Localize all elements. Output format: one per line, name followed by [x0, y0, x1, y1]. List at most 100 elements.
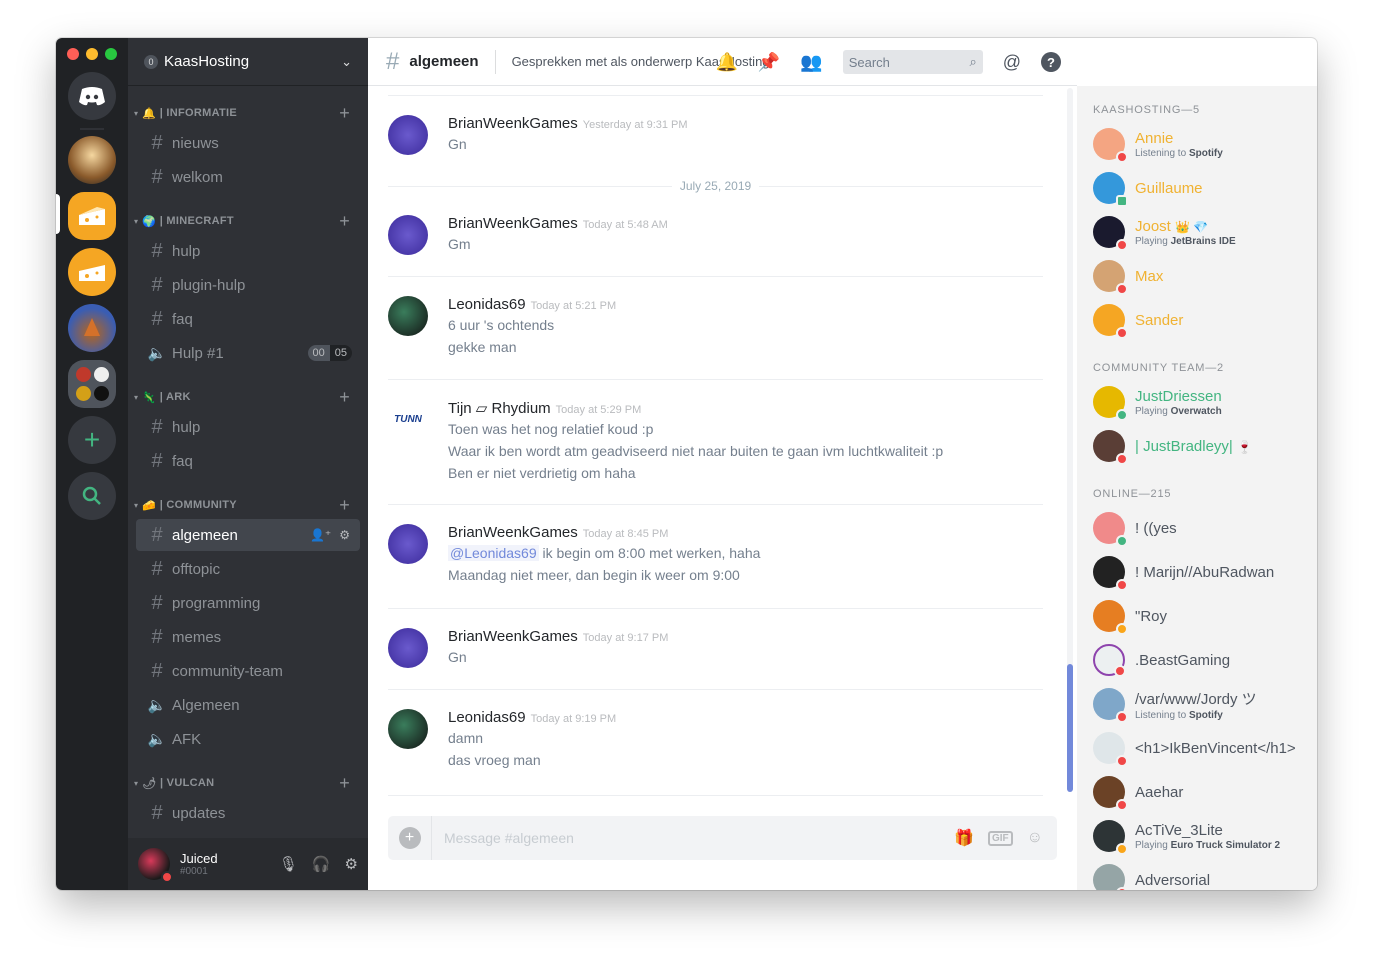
message-composer[interactable]: + Message #algemeen 🎁 GIF ☺ — [388, 816, 1057, 860]
avatar[interactable]: TUNN — [388, 399, 428, 439]
channel-nieuws[interactable]: # nieuws — [136, 127, 360, 159]
user-mention[interactable]: @Leonidas69 — [448, 545, 539, 561]
member-item[interactable]: ! ((yes — [1093, 508, 1313, 548]
channel-algemeen[interactable]: # algemeen 👤⁺ ⚙ — [136, 519, 360, 551]
mentions-icon[interactable]: @ — [1003, 52, 1021, 73]
channel-faq-ark[interactable]: # faq — [136, 445, 360, 477]
member-item[interactable]: "Roy — [1093, 596, 1313, 636]
member-item[interactable]: Sander — [1093, 300, 1313, 340]
category-informatie[interactable]: ▾ 🔔 | INFORMATIE + — [128, 103, 368, 123]
gif-button[interactable]: GIF — [987, 830, 1013, 846]
emoji-icon[interactable]: ☺ — [1027, 829, 1043, 847]
voice-channel-hulp-1[interactable]: 🔈 Hulp #1 00 05 — [136, 337, 360, 369]
home-button[interactable] — [68, 72, 116, 120]
category-minecraft[interactable]: ▾ 🌍 | MINECRAFT + — [128, 211, 368, 231]
channel-offtopic[interactable]: # offtopic — [136, 553, 360, 585]
message-list: BrianWeenkGames Yesterday at 9:31 PM Gn J… — [368, 86, 1077, 816]
channel-name: faq — [172, 310, 193, 328]
channel-hulp[interactable]: # hulp — [136, 235, 360, 267]
channel-welkom[interactable]: # welkom — [136, 161, 360, 193]
message-timestamp: Today at 5:48 AM — [582, 219, 668, 231]
server-folder[interactable] — [68, 360, 116, 408]
activity-prefix: Playing — [1135, 839, 1168, 851]
hash-icon: # — [151, 591, 163, 614]
member-group-header: COMMUNITY TEAM—2 — [1093, 362, 1224, 374]
category-community[interactable]: ▾ 🧀 | COMMUNITY + — [128, 495, 368, 515]
server-icon-cheese[interactable] — [68, 248, 116, 296]
category-ark[interactable]: ▾ 🦎 | ARK + — [128, 387, 368, 407]
avatar[interactable] — [388, 628, 428, 668]
message-author[interactable]: BrianWeenkGames — [448, 215, 578, 232]
message-author[interactable]: BrianWeenkGames — [448, 115, 578, 132]
member-item[interactable]: Adversorial — [1093, 860, 1313, 890]
category-vulcan[interactable]: ▾ 🌶 | VULCAN + — [128, 773, 368, 793]
voice-channel-afk[interactable]: 🔈 AFK — [136, 723, 360, 755]
message-author[interactable]: Leonidas69 — [448, 709, 526, 726]
voice-channel-algemeen[interactable]: 🔈 Algemeen — [136, 689, 360, 721]
server-header[interactable]: 0 KaasHosting ⌄ — [128, 38, 368, 86]
avatar[interactable] — [388, 296, 428, 336]
member-item[interactable]: .BeastGaming — [1093, 640, 1313, 680]
add-channel-icon[interactable]: + — [339, 211, 350, 232]
member-item[interactable]: Aaehar — [1093, 772, 1313, 812]
message-author[interactable]: Leonidas69 — [448, 296, 526, 313]
invite-icon[interactable]: 👤⁺ — [310, 528, 331, 542]
add-channel-icon[interactable]: + — [339, 387, 350, 408]
channel-plugin-hulp[interactable]: # plugin-hulp — [136, 269, 360, 301]
member-item[interactable]: AcTiVe_3Lite Playing Euro Truck Simulator… — [1093, 816, 1313, 856]
category-label: | MINECRAFT — [159, 215, 234, 227]
headphones-icon[interactable]: 🎧 — [312, 855, 331, 873]
member-item[interactable]: JustDriessen Playing Overwatch — [1093, 382, 1313, 422]
member-item[interactable]: | JustBradleyy| 🍷 — [1093, 426, 1313, 466]
message-input[interactable]: Message #algemeen — [432, 830, 954, 846]
upload-button[interactable]: + — [388, 816, 432, 860]
gear-icon[interactable]: ⚙ — [345, 855, 358, 873]
members-icon[interactable]: 👥 — [800, 52, 822, 73]
message-author[interactable]: Tijn ▱ Rhydium — [448, 400, 551, 417]
member-item[interactable]: ! Marijn//AbuRadwan — [1093, 552, 1313, 592]
channel-programming[interactable]: # programming — [136, 587, 360, 619]
member-item[interactable]: Joost 👑 💎 Playing JetBrains IDE — [1093, 212, 1313, 252]
add-channel-icon[interactable]: + — [339, 495, 350, 516]
avatar[interactable] — [388, 524, 428, 564]
minimize-window-button[interactable] — [86, 48, 98, 60]
member-name: /var/www/Jordy ツ — [1135, 690, 1257, 708]
channel-community-team[interactable]: # community-team — [136, 655, 360, 687]
chevron-down-icon[interactable]: ⌄ — [341, 54, 352, 70]
channel-memes[interactable]: # memes — [136, 621, 360, 653]
gift-icon[interactable]: 🎁 — [954, 828, 974, 848]
hash-icon: # — [151, 239, 163, 262]
channel-hulp-ark[interactable]: # hulp — [136, 411, 360, 443]
server-icon-kaashosting[interactable] — [68, 192, 116, 240]
scrollbar-thumb[interactable] — [1067, 664, 1073, 792]
member-item[interactable]: <h1>IkBenVincent</h1> — [1093, 728, 1313, 768]
channel-faq[interactable]: # faq — [136, 303, 360, 335]
close-window-button[interactable] — [67, 48, 79, 60]
message-author[interactable]: BrianWeenkGames — [448, 628, 578, 645]
search-input[interactable]: Search ⌕ — [842, 50, 983, 74]
help-icon[interactable]: ? — [1041, 52, 1061, 72]
avatar[interactable] — [388, 215, 428, 255]
microphone-icon[interactable]: 🎙 — [279, 855, 298, 873]
channel-updates[interactable]: # updates — [136, 797, 360, 829]
member-item[interactable]: /var/www/Jordy ツ Listening to Spotify — [1093, 684, 1313, 724]
add-channel-icon[interactable]: + — [339, 103, 350, 124]
pin-icon[interactable]: 📌 — [758, 52, 780, 73]
member-item[interactable]: Annie Listening to Spotify — [1093, 124, 1313, 164]
member-item[interactable]: Guillaume — [1093, 168, 1313, 208]
add-server-button[interactable]: + — [68, 416, 116, 464]
avatar[interactable] — [388, 115, 428, 155]
message-text: 6 uur 's ochtends — [448, 317, 555, 333]
gear-icon[interactable]: ⚙ — [339, 528, 350, 542]
zoom-window-button[interactable] — [105, 48, 117, 60]
server-icon-wizard[interactable] — [68, 304, 116, 352]
avatar[interactable] — [138, 848, 173, 883]
add-channel-icon[interactable]: + — [339, 773, 350, 794]
server-icon-family[interactable] — [68, 136, 116, 184]
bell-icon[interactable]: 🔔 — [715, 52, 737, 73]
message-author[interactable]: BrianWeenkGames — [448, 524, 578, 541]
avatar[interactable] — [388, 709, 428, 749]
explore-servers-button[interactable] — [68, 472, 116, 520]
member-item[interactable]: Max — [1093, 256, 1313, 296]
channel-name: plugin-hulp — [172, 276, 246, 294]
